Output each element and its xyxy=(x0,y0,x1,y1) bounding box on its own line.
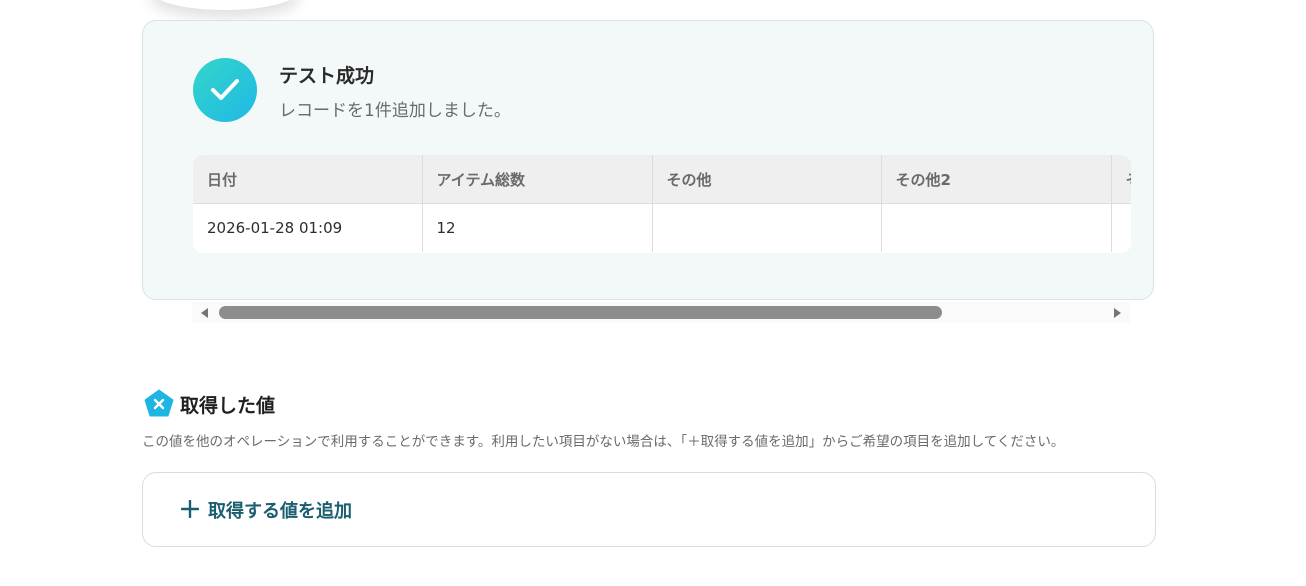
horizontal-scrollbar[interactable] xyxy=(192,302,1130,323)
table-header-row: 日付 アイテム総数 その他 その他2 そ xyxy=(193,155,1131,204)
yoom-pentagon-icon xyxy=(144,389,174,417)
column-header: アイテム総数 xyxy=(422,155,653,204)
table-cell: 12 xyxy=(422,203,653,252)
table-cell xyxy=(881,203,1112,252)
column-header: そ xyxy=(1111,155,1131,204)
column-header: その他 xyxy=(652,155,882,204)
table-cell xyxy=(1111,203,1131,252)
table-cell: 2026-01-28 01:09 xyxy=(193,203,423,252)
section-title: 取得した値 xyxy=(180,395,276,417)
section-description: この値を他のオペレーションで利用することができます。利用したい項目がない場合は、… xyxy=(142,434,1065,450)
records-table: 日付 アイテム総数 その他 その他2 そ 2026-01-28 01:09 12 xyxy=(193,155,1131,252)
success-title: テスト成功 xyxy=(279,65,375,87)
test-result-card: テスト成功 レコードを1件追加しました。 日付 アイテム総数 その他 その他2 … xyxy=(142,20,1154,300)
table-row: 2026-01-28 01:09 12 xyxy=(193,203,1131,252)
add-acquired-value-button[interactable]: 取得する値を追加 xyxy=(142,472,1156,547)
scrollbar-thumb[interactable] xyxy=(219,306,942,319)
plus-icon xyxy=(180,499,200,519)
success-check-icon xyxy=(193,58,257,122)
previous-card-shadow xyxy=(150,0,300,10)
success-message: レコードを1件追加しました。 xyxy=(279,101,511,121)
table-cell xyxy=(652,203,882,252)
arrow-left-icon[interactable] xyxy=(201,308,208,318)
add-value-label: 取得する値を追加 xyxy=(208,501,352,522)
column-header: 日付 xyxy=(193,155,423,204)
records-table-container[interactable]: 日付 アイテム総数 その他 その他2 そ 2026-01-28 01:09 12 xyxy=(193,155,1131,253)
column-header: その他2 xyxy=(881,155,1112,204)
arrow-right-icon[interactable] xyxy=(1114,308,1121,318)
